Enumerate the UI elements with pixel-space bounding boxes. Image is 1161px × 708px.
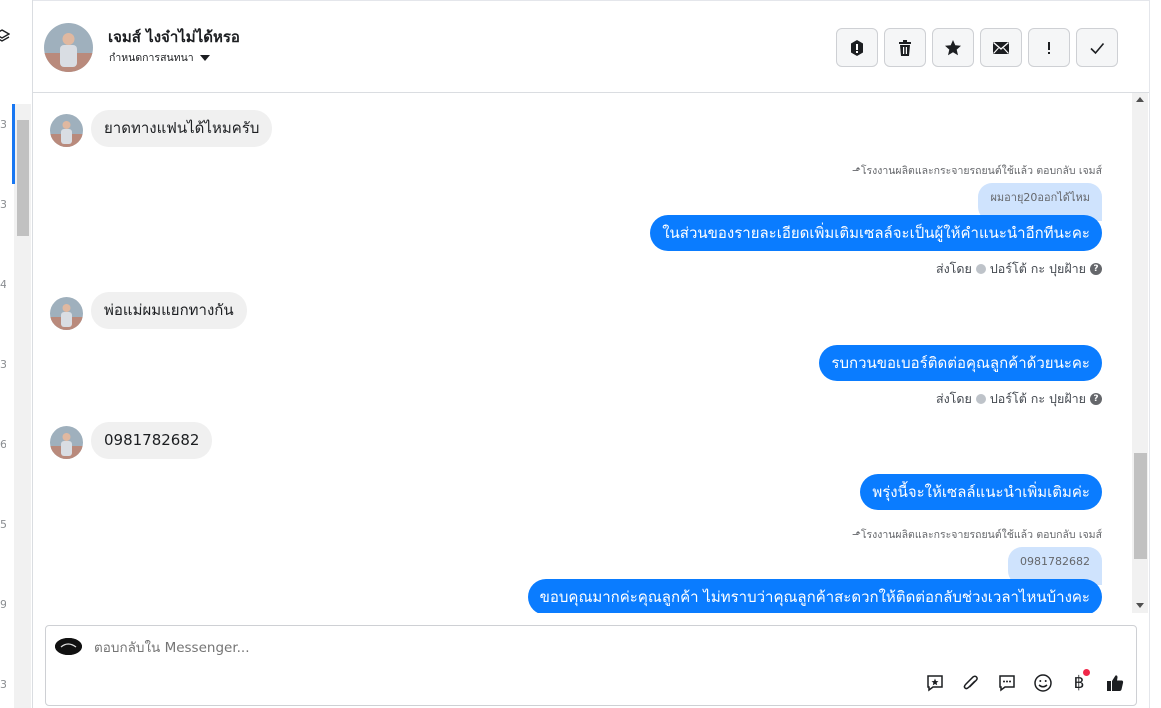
saved-reply-icon bbox=[927, 675, 943, 692]
help-icon[interactable]: ? bbox=[1090, 393, 1102, 405]
composer-toolbar: ฿ bbox=[924, 669, 1126, 694]
sidebar-count: 3 bbox=[0, 118, 6, 131]
sidebar-count: 4 bbox=[0, 278, 6, 291]
outgoing-message[interactable]: ขอบคุณมากค่ะคุณลูกค้า ไม่ทราบว่าคุณลูกค้… bbox=[527, 579, 1102, 613]
page-icon bbox=[975, 264, 986, 274]
sidebar-count: 9 bbox=[0, 598, 6, 611]
sent-by-info: ส่งโดย ปอร์โต้ กะ ปุยฝ้าย ? bbox=[936, 259, 1102, 279]
conversation-schedule-label: กำหนดการสนทนา bbox=[109, 52, 194, 64]
contact-avatar-small[interactable] bbox=[50, 114, 83, 147]
message-thread[interactable]: ยาดทางแฟนได้ไหมครับ ⬏โรงงานผลิตและกระจาย… bbox=[33, 93, 1133, 613]
mark-unread-button[interactable] bbox=[980, 28, 1022, 67]
sidebar-count: 3 bbox=[0, 358, 6, 371]
sidebar-active-indicator bbox=[12, 104, 15, 184]
incoming-message[interactable]: 0981782682 bbox=[91, 422, 213, 459]
sent-by-info: ส่งโดย ปอร์โต้ กะ ปุยฝ้าย ? bbox=[936, 389, 1102, 409]
sent-by-name[interactable]: ปอร์โต้ กะ ปุยฝ้าย bbox=[990, 389, 1086, 409]
sidebar-count: 3 bbox=[0, 678, 6, 691]
send-like-button[interactable] bbox=[1104, 672, 1126, 694]
sidebar-count: 6 bbox=[0, 438, 6, 451]
spam-report-button[interactable] bbox=[836, 28, 878, 67]
check-icon bbox=[1090, 42, 1105, 54]
outgoing-message[interactable]: รบกวนขอเบอร์ติดต่อคุณลูกค้าด้วยนะคะ bbox=[819, 345, 1102, 381]
page-avatar bbox=[55, 638, 82, 655]
conversation-panel: เจมส์ ไงจ๋าไม่ได้หรอ กำหนดการสนทนา ยาดทา… bbox=[33, 0, 1149, 708]
contact-avatar-small[interactable] bbox=[50, 426, 83, 459]
chat-bubble-icon bbox=[999, 675, 1015, 692]
outgoing-message[interactable]: พรุ่งนี้จะให้เซลล์แนะนำเพิ่มเติมค่ะ bbox=[860, 474, 1102, 510]
thread-scroll-thumb[interactable] bbox=[1134, 453, 1147, 559]
incoming-message[interactable]: พ่อแม่ผมแยกทางกัน bbox=[91, 292, 247, 329]
scroll-up-arrow-icon[interactable] bbox=[1136, 97, 1144, 102]
trash-icon bbox=[899, 39, 911, 56]
baht-icon: ฿ bbox=[1073, 673, 1085, 693]
reply-arrow-icon: ⬏ bbox=[852, 529, 861, 541]
message-composer: ฿ bbox=[45, 625, 1137, 706]
reply-arrow-icon: ⬏ bbox=[852, 165, 861, 177]
sent-by-label: ส่งโดย bbox=[935, 391, 972, 406]
sidebar-count: 3 bbox=[0, 198, 6, 211]
conversation-schedule-dropdown[interactable]: กำหนดการสนทนา bbox=[109, 49, 210, 66]
left-sidebar: 3 3 4 3 6 5 9 3 bbox=[0, 0, 33, 708]
page-icon bbox=[975, 394, 986, 404]
contact-avatar[interactable] bbox=[44, 23, 93, 72]
sidebar-count: 5 bbox=[0, 518, 6, 531]
thread-scrollbar[interactable] bbox=[1132, 93, 1148, 613]
reply-input[interactable] bbox=[94, 640, 794, 656]
reply-context-text: โรงงานผลิตและกระจายรถยนต์ใช้แล้ว ตอบกลับ… bbox=[860, 529, 1102, 541]
header-actions bbox=[836, 28, 1118, 67]
scroll-down-arrow-icon[interactable] bbox=[1136, 603, 1144, 608]
exclamation-icon bbox=[1048, 41, 1050, 54]
emoji-button[interactable] bbox=[1032, 672, 1054, 694]
caret-down-icon bbox=[199, 54, 210, 61]
incoming-message[interactable]: ยาดทางแฟนได้ไหมครับ bbox=[91, 110, 273, 147]
saved-reply-button[interactable] bbox=[924, 672, 946, 694]
reply-context-text: โรงงานผลิตและกระจายรถยนต์ใช้แล้ว ตอบกลับ… bbox=[860, 165, 1102, 177]
outgoing-message[interactable]: ในส่วนของรายละเอียดเพิ่มเติมเซลล์จะเป็นผ… bbox=[650, 215, 1102, 251]
attach-file-button[interactable] bbox=[960, 672, 982, 694]
contact-avatar-small[interactable] bbox=[50, 297, 83, 330]
notification-dot bbox=[1083, 669, 1090, 676]
star-button[interactable] bbox=[932, 28, 974, 67]
reply-context: ⬏โรงงานผลิตและกระจายรถยนต์ใช้แล้ว ตอบกลั… bbox=[852, 526, 1102, 543]
emoji-icon bbox=[1034, 674, 1052, 692]
thumbs-up-icon bbox=[1107, 675, 1124, 691]
window-right-edge bbox=[1149, 0, 1161, 708]
paperclip-icon bbox=[963, 675, 978, 690]
sent-by-name[interactable]: ปอร์โต้ กะ ปุยฝ้าย bbox=[990, 259, 1086, 279]
star-icon bbox=[945, 39, 961, 55]
follow-up-button[interactable] bbox=[1028, 28, 1070, 67]
layers-icon[interactable] bbox=[0, 28, 10, 44]
conversation-header: เจมส์ ไงจ๋าไม่ได้หรอ กำหนดการสนทนา bbox=[33, 4, 1149, 93]
exclamation-circle-icon bbox=[851, 39, 863, 56]
quick-reply-button[interactable] bbox=[996, 672, 1018, 694]
delete-button[interactable] bbox=[884, 28, 926, 67]
sidebar-scroll-thumb[interactable] bbox=[17, 120, 29, 236]
envelope-icon bbox=[993, 41, 1009, 54]
reply-context: ⬏โรงงานผลิตและกระจายรถยนต์ใช้แล้ว ตอบกลั… bbox=[852, 162, 1102, 179]
payment-button[interactable]: ฿ bbox=[1068, 669, 1090, 694]
help-icon[interactable]: ? bbox=[1090, 263, 1102, 275]
mark-done-button[interactable] bbox=[1076, 28, 1118, 67]
sent-by-label: ส่งโดย bbox=[935, 261, 972, 276]
contact-name[interactable]: เจมส์ ไงจ๋าไม่ได้หรอ bbox=[108, 25, 240, 49]
